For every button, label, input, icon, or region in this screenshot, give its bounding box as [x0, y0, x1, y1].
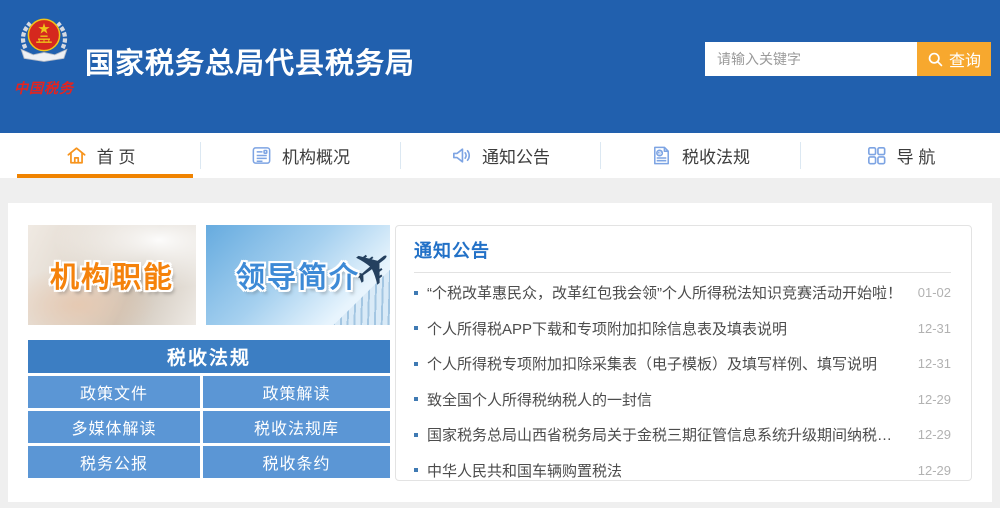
logo-caption: 中国税务 [14, 80, 74, 96]
grid-icon [865, 144, 888, 167]
nav-tab-notices[interactable]: 通知公告 [400, 133, 600, 178]
tax-law-section: 税收法规 政策文件 政策解读 多媒体解读 税收法规库 税务公报 税收条约 [28, 340, 390, 478]
bullet-icon [414, 468, 418, 473]
nav-tab-org-profile[interactable]: 机构概况 [200, 133, 400, 178]
bullet-icon [414, 432, 418, 437]
notice-title-link[interactable]: 中华人民共和国车辆购置税法 [427, 460, 904, 481]
tax-law-links: 政策文件 政策解读 多媒体解读 税收法规库 税务公报 税收条约 [28, 376, 390, 478]
tax-law-section-title: 税收法规 [28, 340, 390, 373]
nav-tab-home[interactable]: 首 页 [0, 133, 200, 178]
main-navigation: 首 页 机构概况 通知公告 税 税收法规 导 航 [0, 133, 1000, 178]
svg-text:税: 税 [657, 150, 662, 157]
search-button[interactable]: 查询 [917, 42, 991, 76]
nav-tab-label: 通知公告 [482, 148, 550, 167]
notice-date: 01-02 [917, 285, 951, 301]
search-bar: 查询 [705, 42, 991, 76]
search-button-label: 查询 [948, 53, 981, 70]
site-logo[interactable]: 中国税务 [13, 10, 75, 98]
notice-item[interactable]: 个人所得税专项附加扣除采集表（电子模板）及填写样例、填写说明 12-31 [414, 346, 951, 382]
law-link-tax-treaties[interactable]: 税收条约 [203, 446, 390, 478]
notice-date: 12-29 [917, 391, 951, 407]
notice-item[interactable]: 致全国个人所得税纳税人的一封信 12-29 [414, 382, 951, 418]
notice-date: 12-31 [917, 320, 951, 336]
notice-date: 12-29 [917, 462, 951, 478]
bullet-icon [414, 361, 418, 366]
notice-title-link[interactable]: 致全国个人所得税纳税人的一封信 [427, 389, 904, 410]
notice-item[interactable]: 个人所得税APP下载和专项附加扣除信息表及填表说明 12-31 [414, 311, 951, 347]
search-input[interactable] [705, 42, 917, 76]
banner-label: 机构职能 [49, 262, 174, 294]
notice-title-link[interactable]: “个税改革惠民众，改革红包我会领”个人所得税法知识竞赛活动开始啦！ [427, 282, 904, 303]
notice-date: 12-29 [917, 427, 951, 443]
notice-date: 12-31 [917, 356, 951, 372]
org-profile-icon [250, 144, 273, 167]
site-title: 国家税务总局代县税务局 [85, 48, 416, 80]
banner-label: 领导简介 [235, 262, 360, 294]
law-link-policy-documents[interactable]: 政策文件 [28, 376, 200, 408]
notice-item[interactable]: “个税改革惠民众，改革红包我会领”个人所得税法知识竞赛活动开始啦！ 01-02 [414, 275, 951, 311]
bullet-icon [414, 326, 418, 331]
banner-org-functions[interactable]: 机构职能 [28, 225, 196, 325]
notices-header: 通知公告 [414, 237, 951, 273]
notice-item[interactable]: 国家税务总局山西省税务局关于金税三期征管信息系统升级期间纳税人端... 12-2… [414, 417, 951, 453]
bullet-icon [414, 290, 418, 295]
tax-document-icon: 税 [650, 144, 673, 167]
notice-title-link[interactable]: 个人所得税专项附加扣除采集表（电子模板）及填写样例、填写说明 [427, 353, 904, 374]
nav-tab-label: 首 页 [96, 148, 136, 167]
notices-panel: 通知公告 “个税改革惠民众，改革红包我会领”个人所得税法知识竞赛活动开始啦！ 0… [395, 225, 972, 481]
bullet-icon [414, 397, 418, 402]
notice-title-link[interactable]: 国家税务总局山西省税务局关于金税三期征管信息系统升级期间纳税人端... [427, 424, 904, 445]
law-link-law-database[interactable]: 税收法规库 [203, 411, 390, 443]
banner-row: 机构职能 ✈ 领导简介 [28, 225, 390, 325]
nav-tab-label: 机构概况 [282, 148, 350, 167]
nav-tab-label: 税收法规 [682, 148, 750, 167]
law-link-multimedia[interactable]: 多媒体解读 [28, 411, 200, 443]
site-header: 中国税务 国家税务总局代县税务局 查询 [0, 0, 1000, 133]
home-icon [65, 144, 88, 167]
notice-list: “个税改革惠民众，改革红包我会领”个人所得税法知识竞赛活动开始啦！ 01-02 … [414, 275, 951, 488]
content-panel: 机构职能 ✈ 领导简介 税收法规 政策文件 政策解读 多媒体解读 税收法规库 税… [8, 203, 992, 502]
nav-tab-sitemap[interactable]: 导 航 [800, 133, 1000, 178]
law-link-tax-gazette[interactable]: 税务公报 [28, 446, 200, 478]
notice-item[interactable]: 中华人民共和国车辆购置税法 12-29 [414, 453, 951, 489]
banner-leaders[interactable]: ✈ 领导简介 [206, 225, 390, 325]
search-icon [927, 51, 944, 68]
speaker-icon [450, 144, 473, 167]
nav-tab-tax-law[interactable]: 税 税收法规 [600, 133, 800, 178]
notices-title: 通知公告 [414, 241, 490, 261]
page: 中国税务 国家税务总局代县税务局 查询 [0, 0, 1000, 508]
tax-emblem-icon [14, 18, 74, 76]
nav-tab-label: 导 航 [896, 148, 936, 167]
notice-title-link[interactable]: 个人所得税APP下载和专项附加扣除信息表及填表说明 [427, 318, 904, 339]
law-link-policy-interpretation[interactable]: 政策解读 [203, 376, 390, 408]
left-column: 机构职能 ✈ 领导简介 税收法规 政策文件 政策解读 多媒体解读 税收法规库 税… [28, 225, 390, 478]
